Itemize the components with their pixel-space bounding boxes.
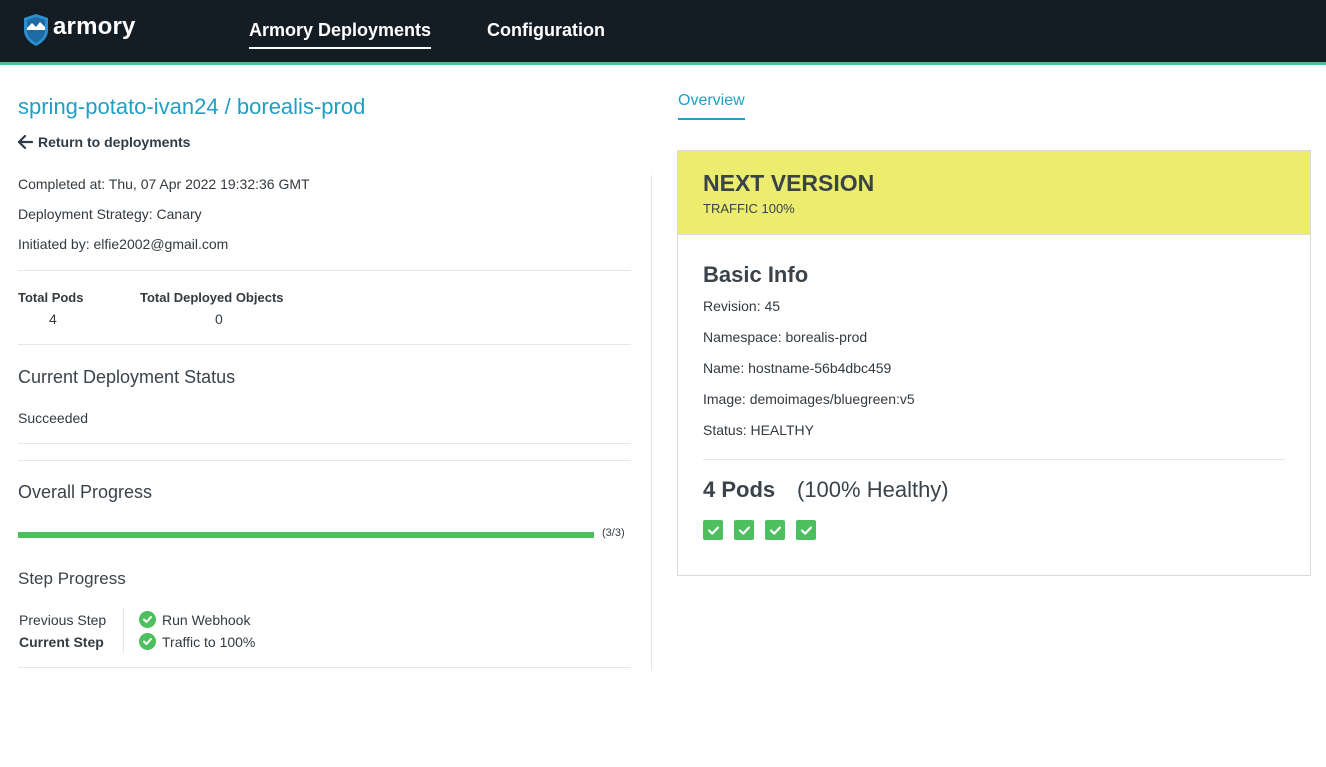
pod-healthy-check-icon[interactable] bbox=[765, 520, 785, 540]
next-version-title: NEXT VERSION bbox=[703, 170, 875, 196]
divider bbox=[703, 459, 1285, 460]
pod-healthy-check-icon[interactable] bbox=[703, 520, 723, 540]
name-info: Name: hostname-56b4dbc459 bbox=[703, 360, 892, 376]
overall-progress-bar bbox=[18, 532, 594, 538]
return-link-label: Return to deployments bbox=[38, 134, 191, 150]
divider bbox=[18, 667, 631, 668]
total-pods-label: Total Pods bbox=[18, 290, 84, 305]
pods-count-title: 4 Pods bbox=[703, 477, 776, 502]
current-step-label: Current Step bbox=[19, 634, 104, 650]
step-separator bbox=[123, 608, 124, 653]
total-deployed-objects-label: Total Deployed Objects bbox=[140, 290, 284, 305]
divider bbox=[18, 344, 631, 345]
overall-progress-count: (3/3) bbox=[602, 527, 625, 539]
step-progress-title: Step Progress bbox=[18, 569, 126, 588]
namespace-info: Namespace: borealis-prod bbox=[703, 329, 868, 345]
deployment-strategy: Deployment Strategy: Canary bbox=[18, 206, 202, 222]
tab-overview[interactable]: Overview bbox=[678, 92, 745, 120]
traffic-label: TRAFFIC 100% bbox=[703, 201, 795, 216]
armory-logo[interactable]: armory bbox=[22, 13, 136, 47]
previous-step-label: Previous Step bbox=[19, 612, 107, 628]
nav-configuration[interactable]: Configuration bbox=[487, 20, 605, 41]
next-version-header: NEXT VERSION TRAFFIC 100% bbox=[678, 151, 1310, 235]
current-deployment-status-title: Current Deployment Status bbox=[18, 367, 236, 387]
basic-info-title: Basic Info bbox=[703, 262, 809, 287]
divider bbox=[18, 270, 631, 271]
pod-healthy-check-icon[interactable] bbox=[796, 520, 816, 540]
previous-step-item: Run Webhook bbox=[139, 611, 250, 628]
next-version-card: NEXT VERSION TRAFFIC 100% Basic Info Rev… bbox=[677, 150, 1311, 576]
deployment-status-value: Succeeded bbox=[18, 410, 89, 426]
check-circle-icon bbox=[139, 633, 156, 650]
armory-shield-icon bbox=[24, 14, 48, 46]
image-info: Image: demoimages/bluegreen:v5 bbox=[703, 391, 915, 407]
initiated-by: Initiated by: elfie2002@gmail.com bbox=[18, 236, 229, 252]
brand-name: armory bbox=[53, 13, 136, 40]
total-deployed-objects-value: 0 bbox=[215, 311, 223, 327]
completed-at: Completed at: Thu, 07 Apr 2022 19:32:36 … bbox=[18, 176, 310, 192]
overall-progress-fill bbox=[18, 532, 594, 538]
pod-healthy-check-icon[interactable] bbox=[734, 520, 754, 540]
deployment-title[interactable]: spring-potato-ivan24 / borealis-prod bbox=[18, 94, 365, 120]
return-to-deployments-link[interactable]: Return to deployments bbox=[18, 134, 190, 150]
check-circle-icon bbox=[139, 611, 156, 628]
status-info: Status: HEALTHY bbox=[703, 422, 815, 438]
overall-progress-title: Overall Progress bbox=[18, 482, 153, 502]
previous-step-value: Run Webhook bbox=[162, 611, 251, 628]
pods-health: (100% Healthy) bbox=[797, 477, 949, 502]
panel-divider bbox=[651, 175, 652, 670]
nav-armory-deployments[interactable]: Armory Deployments bbox=[249, 20, 432, 49]
revision-info: Revision: 45 bbox=[703, 298, 781, 314]
top-navbar: armory Armory Deployments Configuration bbox=[0, 0, 1326, 65]
current-step-item: Traffic to 100% bbox=[139, 633, 255, 650]
divider bbox=[18, 460, 631, 461]
current-step-value: Traffic to 100% bbox=[162, 633, 256, 650]
total-pods-value: 4 bbox=[49, 311, 57, 327]
divider bbox=[18, 443, 631, 444]
arrow-left-icon bbox=[18, 135, 33, 149]
